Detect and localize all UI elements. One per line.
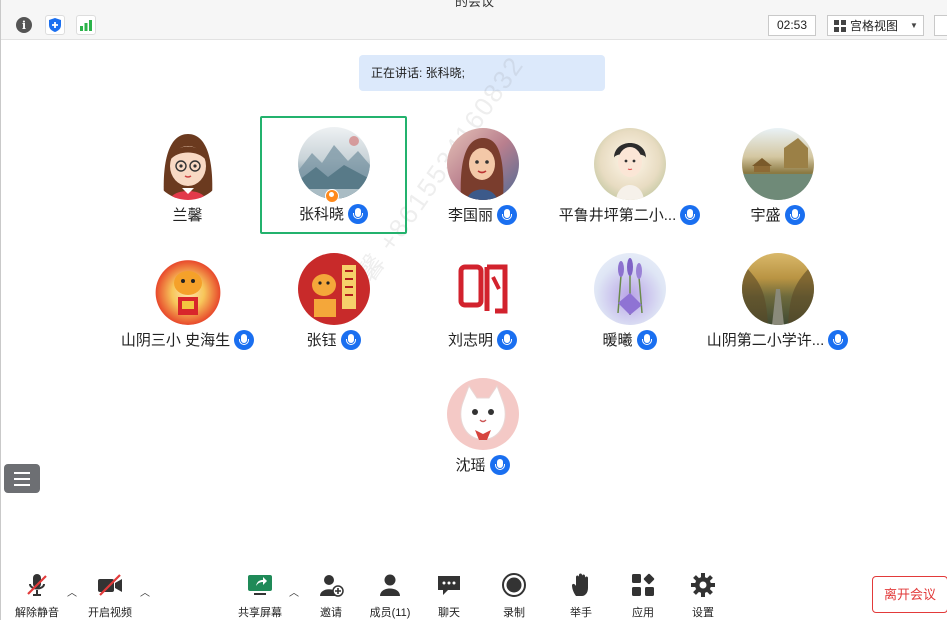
participant-name: 山阴三小 史海生 <box>120 332 231 349</box>
participant-name: 刘志明 <box>447 332 493 349</box>
start-video-button[interactable]: 开启视频 <box>82 572 138 619</box>
participant-name: 张科晓 <box>298 206 344 223</box>
participant-tile[interactable]: 兰馨 <box>114 117 261 235</box>
mic-icon <box>680 204 701 225</box>
share-options-chevron-up-icon[interactable]: ︿ <box>289 584 299 599</box>
share-screen-icon <box>247 572 273 598</box>
mic-icon <box>234 329 255 350</box>
pavilion-lake-avatar <box>741 128 814 200</box>
top-bar: 的会议 i 02:53 宫格视图 ▼ <box>1 0 947 40</box>
participant-list-toggle-button[interactable] <box>4 464 40 493</box>
participant-tile[interactable]: 沈瑶 <box>409 367 556 485</box>
caret-down-icon: ▼ <box>910 21 918 30</box>
leave-meeting-button[interactable]: 离开会议 <box>872 576 947 613</box>
mic-icon <box>348 203 368 224</box>
participant-tile[interactable]: 山阴三小 史海生 <box>114 242 261 360</box>
participant-tile[interactable]: 宇盛 <box>704 117 851 235</box>
add-user-icon <box>318 572 344 598</box>
view-label: 宫格视图 <box>850 19 899 33</box>
settings-button[interactable]: 设置 <box>675 572 731 619</box>
chat-button[interactable]: 聊天 <box>421 572 477 619</box>
participant-name: 暖曦 <box>602 332 633 349</box>
members-button[interactable]: 成员(11) <box>362 572 418 619</box>
mic-icon <box>497 329 517 350</box>
bottom-toolbar: 解除静音 ︿ 开启视频 ︿ 共享屏幕 ︿ 邀请 成员(11) 聊天 录制 举手 … <box>1 566 947 620</box>
window-title: 的会议 <box>454 0 494 9</box>
view-switch-button[interactable]: 宫格视图 ▼ <box>827 15 924 36</box>
autumn-road-avatar <box>741 253 814 325</box>
girl-cartoon-avatar <box>151 128 224 200</box>
participant-tile-active[interactable]: 张科晓 <box>260 116 407 234</box>
ancient-lady-avatar <box>593 128 666 200</box>
mic-icon <box>636 329 657 350</box>
tiger-calligraphy-avatar <box>297 253 370 325</box>
participant-name: 兰馨 <box>172 207 203 224</box>
mic-icon <box>340 329 361 350</box>
chat-icon <box>436 572 462 598</box>
participant-tile[interactable]: 暖曦 <box>556 242 703 360</box>
share-screen-button[interactable]: 共享屏幕 <box>232 572 288 619</box>
fullscreen-button[interactable] <box>934 15 947 36</box>
tiger-new-year-avatar <box>151 253 224 325</box>
record-button[interactable]: 录制 <box>486 572 542 619</box>
video-off-icon <box>97 572 123 598</box>
participant-name: 山阴第二小学许... <box>706 332 825 349</box>
raise-hand-button[interactable]: 举手 <box>553 572 609 619</box>
host-badge-icon <box>324 189 339 203</box>
apps-icon <box>630 572 656 598</box>
hand-icon <box>568 572 594 598</box>
active-speaker-banner: 正在讲话: 张科晓; <box>359 55 605 91</box>
meeting-timer: 02:53 <box>768 15 816 36</box>
red-seal-avatar <box>446 253 519 325</box>
record-icon <box>501 572 527 598</box>
participant-name: 李国丽 <box>447 207 493 224</box>
apps-button[interactable]: 应用 <box>615 572 671 619</box>
video-options-chevron-up-icon[interactable]: ︿ <box>140 584 150 599</box>
mic-icon <box>489 454 510 475</box>
mic-muted-icon <box>24 572 50 598</box>
audio-options-chevron-up-icon[interactable]: ︿ <box>67 584 77 599</box>
mic-icon <box>784 204 805 225</box>
grid-view-icon <box>834 19 846 32</box>
gear-icon <box>690 572 716 598</box>
members-icon <box>377 572 403 598</box>
participant-tile[interactable]: 平鲁井坪第二小... <box>556 117 703 235</box>
network-signal-icon[interactable] <box>76 15 96 35</box>
participant-name: 张钰 <box>306 332 337 349</box>
participant-tile[interactable]: 山阴第二小学许... <box>704 242 851 360</box>
meeting-window: 的会议 i 02:53 宫格视图 ▼ 正在讲话: 张科晓; 兰馨 +861553… <box>0 0 947 620</box>
participant-tile[interactable]: 刘志明 <box>409 242 556 360</box>
participant-name: 宇盛 <box>750 207 781 224</box>
participant-tile[interactable]: 李国丽 <box>409 117 556 235</box>
white-cat-avatar <box>446 378 519 450</box>
meeting-info-icon[interactable]: i <box>14 15 34 35</box>
mic-icon <box>497 204 517 225</box>
participant-tile[interactable]: 张钰 <box>260 242 407 360</box>
participant-name: 沈瑶 <box>455 457 486 474</box>
invite-button[interactable]: 邀请 <box>303 572 359 619</box>
participant-name: 平鲁井坪第二小... <box>558 207 677 224</box>
security-shield-icon[interactable] <box>45 15 65 35</box>
mic-icon <box>828 329 849 350</box>
woman-illustration-avatar <box>446 128 519 200</box>
lavender-flower-avatar <box>593 253 666 325</box>
unmute-button[interactable]: 解除静音 <box>9 572 65 619</box>
